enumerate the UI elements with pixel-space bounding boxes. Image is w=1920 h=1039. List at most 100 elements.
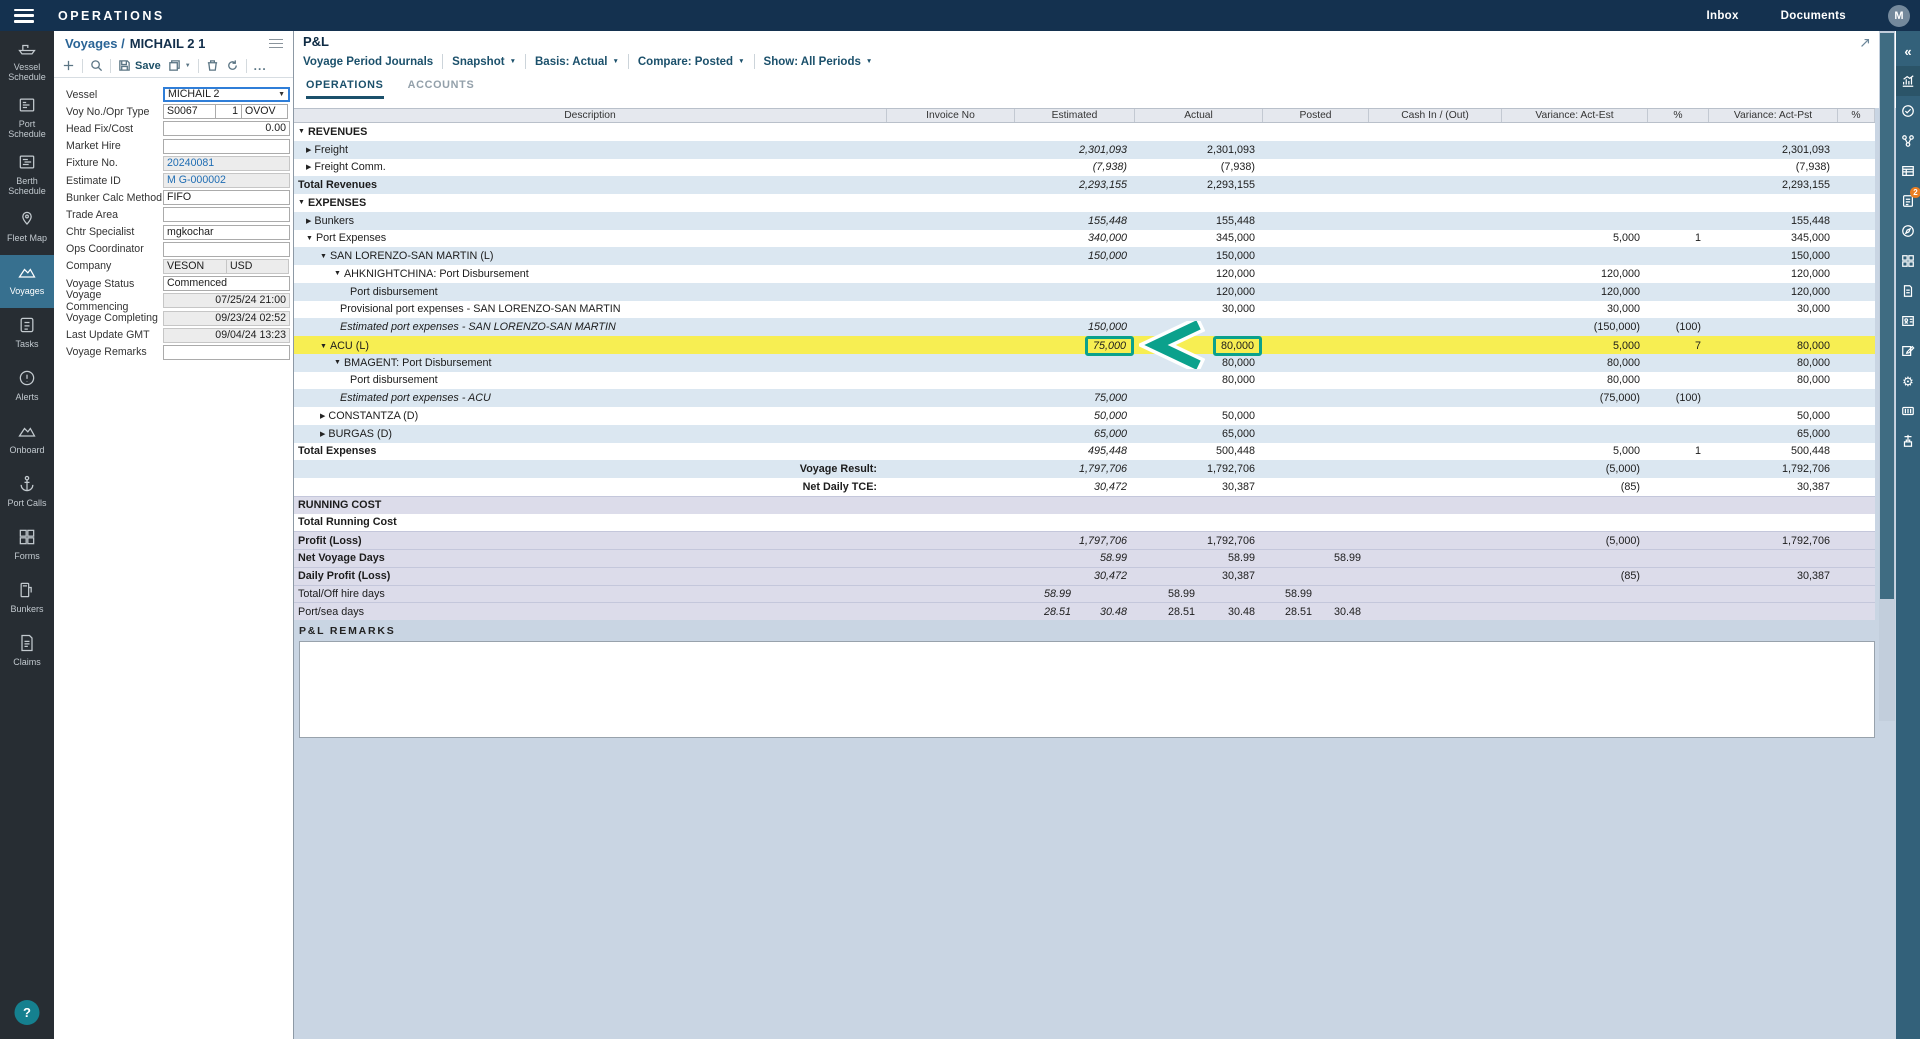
column-header[interactable]: Actual: [1135, 109, 1263, 122]
pnl-row-3[interactable]: Total Revenues 2,293,155 2,293,155 2,293…: [294, 176, 1875, 194]
pnl-row-2[interactable]: ▶Freight Comm. (7,938) (7,938) (7,938): [294, 159, 1875, 177]
column-header[interactable]: %: [1648, 109, 1709, 122]
compass-button[interactable]: [1896, 216, 1920, 246]
expander-icon[interactable]: ▶: [306, 146, 311, 154]
sidebar-item-forms[interactable]: Forms: [0, 520, 54, 573]
pnl-row-8[interactable]: ▼AHKNIGHTCHINA: Port Disbursement 120,00…: [294, 265, 1875, 283]
sidebar-item-berth-schedule[interactable]: Berth Schedule: [0, 145, 54, 202]
pnl-row-18[interactable]: Total Expenses 495,448 500,448 5,000 1 5…: [294, 443, 1875, 461]
column-header[interactable]: %: [1838, 109, 1875, 122]
column-header[interactable]: Variance: Act-Pst: [1709, 109, 1838, 122]
pnl-row-21[interactable]: RUNNING COST: [294, 496, 1875, 514]
column-header[interactable]: Estimated: [1015, 109, 1135, 122]
hamburger-menu-icon[interactable]: [14, 9, 34, 23]
vertical-scrollbar[interactable]: [1879, 31, 1895, 721]
vessel-select[interactable]: MICHAIL 2▼: [163, 87, 290, 102]
voyage-completing-input[interactable]: 09/23/24 02:52: [163, 311, 290, 326]
pnl-row-7[interactable]: ▼SAN LORENZO-SAN MARTIN (L) 150,000 150,…: [294, 247, 1875, 265]
pnl-row-27[interactable]: Port/sea days 28.5130.48 28.5130.48 28.5…: [294, 602, 1875, 620]
expander-icon[interactable]: ▼: [306, 235, 313, 242]
pnl-row-24[interactable]: Net Voyage Days 58.99 58.99 58.99: [294, 549, 1875, 567]
settings-button[interactable]: ⚙: [1896, 366, 1920, 396]
expander-icon[interactable]: ▼: [334, 270, 341, 277]
contact-card-button[interactable]: [1896, 306, 1920, 336]
help-button[interactable]: ?: [15, 1000, 40, 1025]
voyage-commencing-input[interactable]: 07/25/24 21:00: [163, 293, 290, 308]
pnl-row-10[interactable]: Provisional port expenses - SAN LORENZO-…: [294, 301, 1875, 319]
column-header[interactable]: Variance: Act-Est: [1502, 109, 1648, 122]
pnl-row-19[interactable]: Voyage Result: 1,797,706 1,792,706 (5,00…: [294, 460, 1875, 478]
currency-input[interactable]: USD: [226, 259, 289, 274]
inbox-link[interactable]: Inbox: [1707, 10, 1739, 22]
column-header[interactable]: Description: [294, 109, 887, 122]
expander-icon[interactable]: ▶: [306, 163, 311, 171]
column-header[interactable]: Invoice No: [887, 109, 1015, 122]
table-view-button[interactable]: [1896, 156, 1920, 186]
sidebar-item-tasks[interactable]: Tasks: [0, 308, 54, 361]
pnl-row-22[interactable]: Total Running Cost: [294, 514, 1875, 532]
pnl-row-13[interactable]: ▼BMAGENT: Port Disbursement 80,000 80,00…: [294, 354, 1875, 372]
pnl-row-6[interactable]: ▼Port Expenses 340,000 345,000 5,000 1 3…: [294, 230, 1875, 248]
pnl-row-20[interactable]: Net Daily TCE: 30,472 30,387 (85) 30,387: [294, 478, 1875, 496]
last-update-gmt-input[interactable]: 09/04/24 13:23: [163, 328, 290, 343]
more-options-button[interactable]: ...: [254, 59, 267, 73]
pnl-row-1[interactable]: ▶Freight 2,301,093 2,301,093 2,301,093: [294, 141, 1875, 159]
pnl-row-26[interactable]: Total/Off hire days 58.99 58.99 58.99: [294, 585, 1875, 603]
pnl-row-25[interactable]: Daily Profit (Loss) 30,472 30,387 (85) 3…: [294, 567, 1875, 585]
expander-icon[interactable]: ▶: [320, 430, 325, 438]
documents-link[interactable]: Documents: [1781, 10, 1846, 22]
pnl-row-9[interactable]: Port disbursement 120,000 120,000 120,00…: [294, 283, 1875, 301]
voyage-status-input[interactable]: Commenced: [163, 276, 290, 291]
expander-icon[interactable]: ▼: [334, 359, 341, 366]
document-button[interactable]: [1896, 276, 1920, 306]
column-header[interactable]: Posted: [1263, 109, 1369, 122]
chtr-specialist-input[interactable]: mgkochar: [163, 225, 290, 240]
expander-icon[interactable]: ▶: [306, 217, 311, 225]
apps-grid-button[interactable]: [1896, 246, 1920, 276]
save-button[interactable]: Save: [118, 59, 161, 72]
estimate-id-link[interactable]: M G-000002: [163, 173, 290, 188]
company-input[interactable]: VESON: [163, 259, 227, 274]
voyage-period-journals-button[interactable]: Voyage Period Journals: [303, 56, 433, 68]
expander-icon[interactable]: ▼: [320, 253, 327, 260]
expander-icon[interactable]: ▶: [320, 412, 325, 420]
column-header[interactable]: Cash In / (Out): [1369, 109, 1502, 122]
workflow-button[interactable]: [1896, 126, 1920, 156]
add-button[interactable]: [62, 59, 75, 72]
tab-accounts[interactable]: ACCOUNTS: [408, 79, 475, 99]
scrollbar-thumb[interactable]: [1880, 33, 1894, 599]
search-button[interactable]: [90, 59, 103, 72]
expand-panel-icon[interactable]: [1859, 36, 1871, 54]
breadcrumb[interactable]: Voyages /: [65, 36, 125, 51]
bunker-calc-method-input[interactable]: FIFO: [163, 190, 290, 205]
pnl-row-12[interactable]: ▼ACU (L) 75,000 80,000 5,000 7 80,000: [294, 336, 1875, 354]
sidebar-item-voyages[interactable]: Voyages: [0, 255, 54, 308]
pnl-remarks-textarea[interactable]: [299, 641, 1875, 738]
panel-menu-icon[interactable]: [267, 37, 285, 51]
expander-icon[interactable]: ▼: [320, 343, 327, 350]
collapse-rail-button[interactable]: «: [1896, 36, 1920, 66]
refresh-button[interactable]: [226, 59, 239, 72]
ops-coordinator-input[interactable]: [163, 242, 290, 257]
pnl-row-0[interactable]: ▼REVENUES: [294, 123, 1875, 141]
compare-dropdown[interactable]: Compare: Posted▼: [638, 56, 745, 68]
edit-note-button[interactable]: [1896, 336, 1920, 366]
trade-area-input[interactable]: [163, 207, 290, 222]
snapshot-dropdown[interactable]: Snapshot▼: [452, 56, 516, 68]
pnl-row-15[interactable]: Estimated port expenses - ACU 75,000 (75…: [294, 389, 1875, 407]
crane-button[interactable]: [1896, 426, 1920, 456]
tab-operations[interactable]: OPERATIONS: [306, 79, 384, 99]
task-list-button[interactable]: 2: [1896, 186, 1920, 216]
sidebar-item-vessel-schedule[interactable]: Vessel Schedule: [0, 31, 54, 88]
show-periods-dropdown[interactable]: Show: All Periods▼: [764, 56, 873, 68]
pnl-row-16[interactable]: ▶CONSTANTZA (D) 50,000 50,000 50,000: [294, 407, 1875, 425]
sidebar-item-port-schedule[interactable]: Port Schedule: [0, 88, 54, 145]
expander-icon[interactable]: ▼: [298, 128, 305, 135]
pnl-row-11[interactable]: Estimated port expenses - SAN LORENZO-SA…: [294, 318, 1875, 336]
delete-button[interactable]: [206, 59, 219, 72]
head-fix-cost-input[interactable]: 0.00: [163, 121, 290, 136]
market-hire-input[interactable]: [163, 139, 290, 154]
voyage-remarks-input[interactable]: [163, 345, 290, 360]
pnl-row-23[interactable]: Profit (Loss) 1,797,706 1,792,706 (5,000…: [294, 531, 1875, 549]
fixture-no-link[interactable]: 20240081: [163, 156, 290, 171]
